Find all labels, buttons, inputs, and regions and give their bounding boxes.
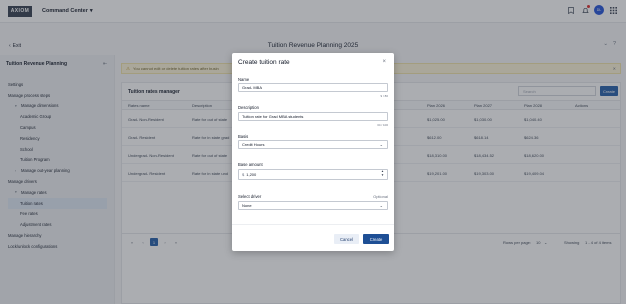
base-amount-label: Base amount <box>238 162 263 167</box>
optional-label: Optional <box>373 194 388 199</box>
basis-label: Basis <box>238 134 249 139</box>
basis-select[interactable]: Credit Hours ⌄ <box>238 140 388 149</box>
name-field[interactable]: Grad- MBA <box>238 83 388 92</box>
currency-symbol: $ <box>242 172 245 177</box>
driver-label: Select driver <box>238 194 262 199</box>
dialog-title: Create tuition rate <box>238 59 290 66</box>
cancel-button[interactable]: Cancel <box>334 234 359 244</box>
driver-select[interactable]: None ⌄ <box>238 201 388 210</box>
base-amount-field[interactable]: $ 1,200 ▲ ▼ <box>238 169 388 180</box>
name-char-count: 9 / 80 <box>380 94 388 98</box>
base-amount-value: 1,200 <box>246 172 257 177</box>
create-tuition-rate-dialog: Create tuition rate × Name Grad- MBA 9 /… <box>232 53 394 251</box>
create-button[interactable]: Create <box>363 234 389 244</box>
name-label: Name <box>238 77 250 82</box>
chevron-down-icon: ⌄ <box>379 142 383 147</box>
description-char-count: 34 / 100 <box>377 123 388 127</box>
basis-value: Credit Hours <box>242 142 265 147</box>
dialog-footer: Cancel Create <box>232 224 394 251</box>
description-label: Description <box>238 105 259 110</box>
number-stepper[interactable]: ▲ ▼ <box>381 169 384 177</box>
driver-value: None <box>242 203 252 208</box>
chevron-down-icon: ⌄ <box>379 203 383 208</box>
close-icon[interactable]: × <box>382 59 386 65</box>
description-field[interactable]: Tuition rate for Grad MBA students <box>238 112 388 121</box>
